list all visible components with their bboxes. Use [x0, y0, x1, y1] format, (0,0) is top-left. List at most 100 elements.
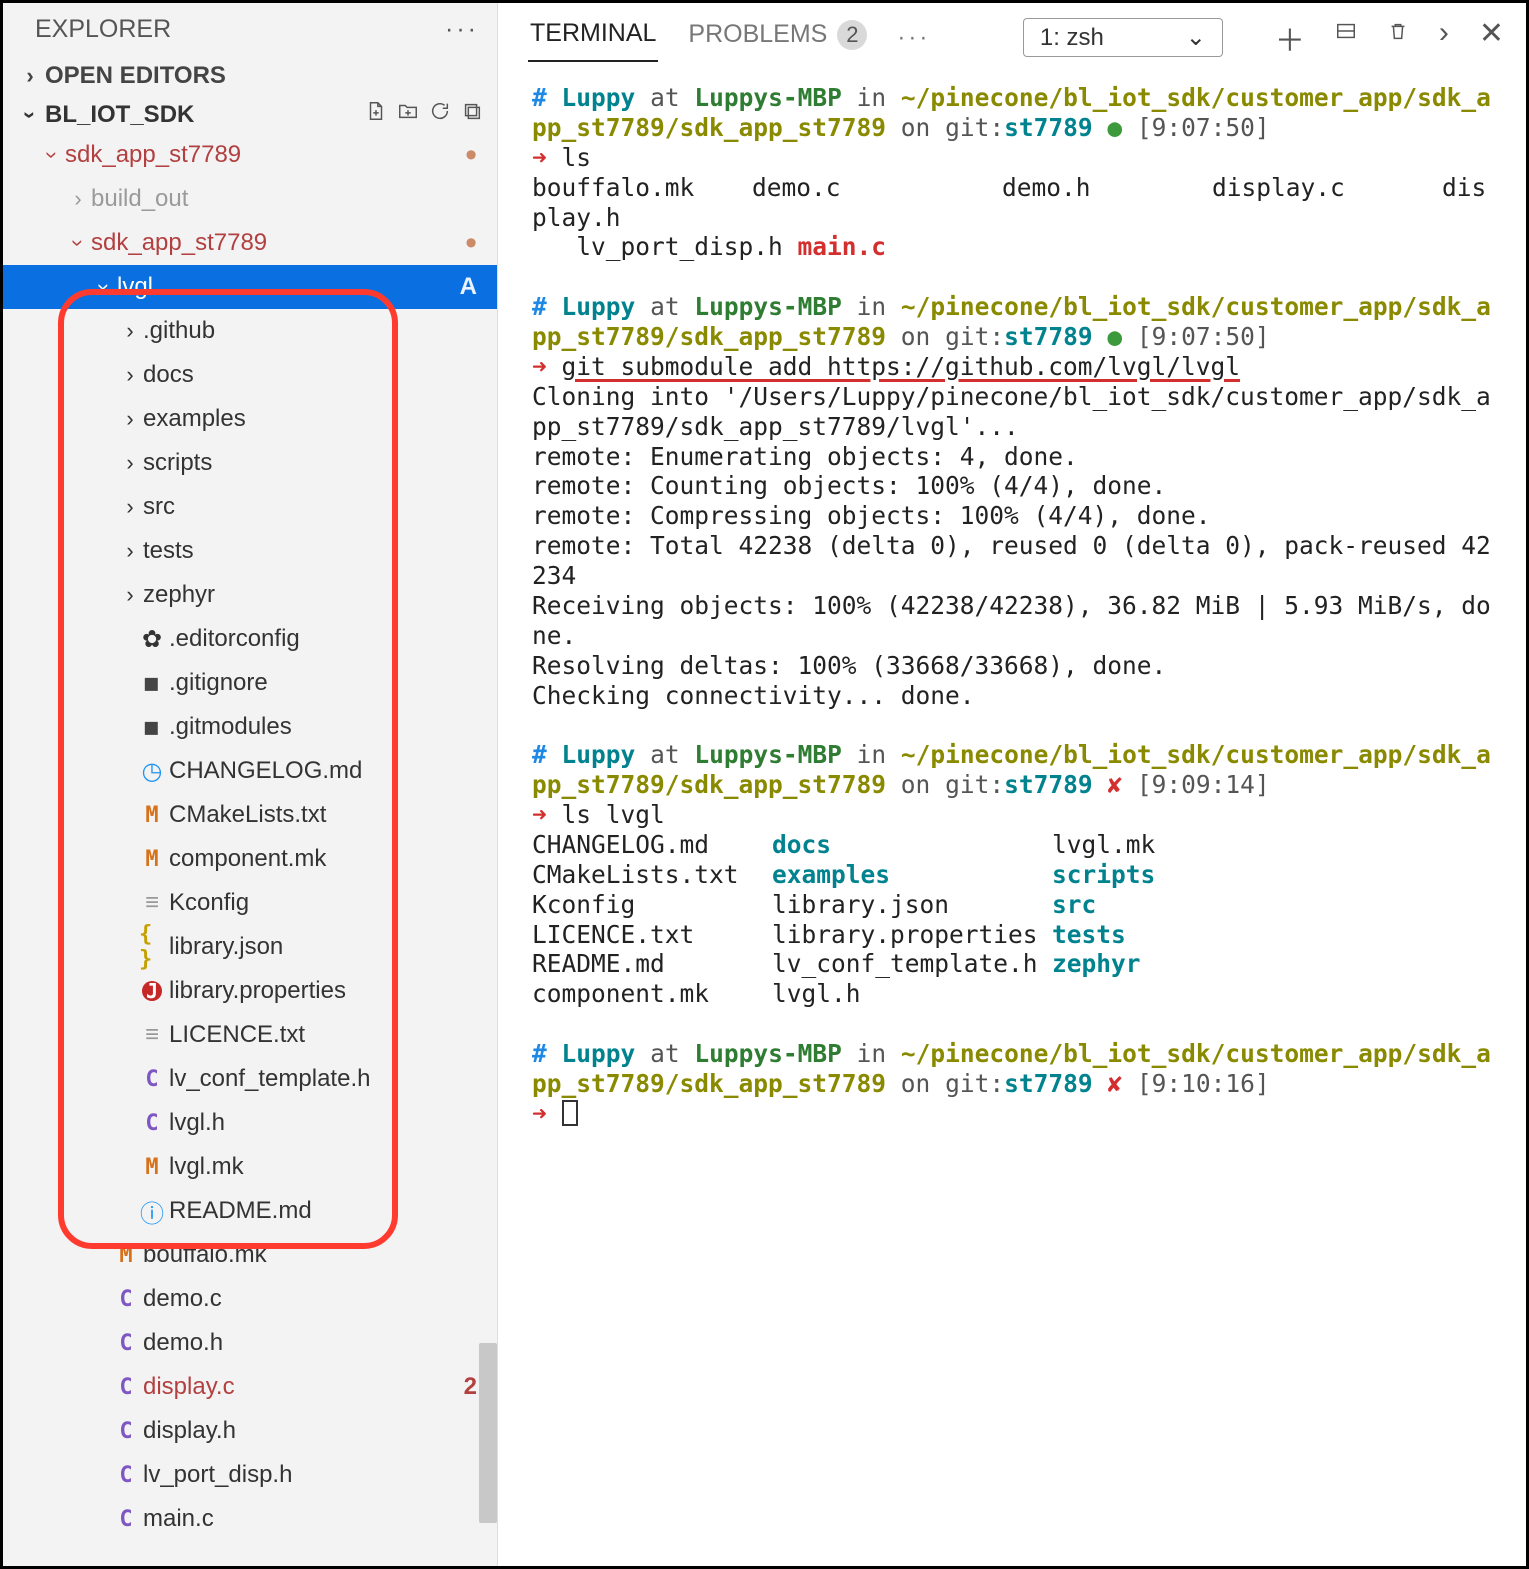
git-branch: st7789: [1004, 113, 1093, 142]
file-item-library-properties[interactable]: Jlibrary.properties: [3, 969, 497, 1013]
prompt-arrow: ➜: [532, 143, 547, 172]
tree-item-label: library.properties: [165, 977, 346, 1005]
tree-item-label: build_out: [87, 185, 188, 213]
cmd-ls-lvgl: ls lvgl: [562, 800, 665, 829]
changelog-icon: ◷: [139, 757, 165, 786]
tree-item-label: demo.c: [139, 1285, 222, 1313]
java-file-icon: J: [139, 981, 165, 1001]
maximize-panel-icon[interactable]: ›: [1439, 16, 1449, 60]
file-item-lv-port-disp-h[interactable]: Clv_port_disp.h: [3, 1453, 497, 1497]
file-item-main-c[interactable]: Cmain.c: [3, 1497, 497, 1541]
tree-item-label: tests: [139, 537, 194, 565]
collapse-all-icon[interactable]: [461, 100, 483, 129]
tab-problems[interactable]: PROBLEMS 2: [686, 14, 869, 62]
git-file-icon: ◆: [139, 669, 165, 698]
git-status-count: 2: [464, 1373, 477, 1401]
file-item--gitmodules[interactable]: ◆.gitmodules: [3, 705, 497, 749]
new-folder-icon[interactable]: [397, 100, 419, 129]
prompt-hash: #: [532, 83, 547, 112]
new-terminal-icon[interactable]: ＋: [1275, 16, 1305, 60]
file-item--gitignore[interactable]: ◆.gitignore: [3, 661, 497, 705]
tree-item-label: scripts: [139, 449, 212, 477]
folder-item-docs[interactable]: ›docs: [3, 353, 497, 397]
file-item-demo-h[interactable]: Cdemo.h: [3, 1321, 497, 1365]
file-item-display-h[interactable]: Cdisplay.h: [3, 1409, 497, 1453]
c-file-icon: C: [113, 1331, 139, 1356]
makefile-icon: M: [139, 803, 165, 828]
c-file-icon: C: [113, 1463, 139, 1488]
folder-item--github[interactable]: ›.github: [3, 309, 497, 353]
file-item-demo-c[interactable]: Cdemo.c: [3, 1277, 497, 1321]
file-item-component-mk[interactable]: Mcomponent.mk: [3, 837, 497, 881]
tree-item-label: lv_conf_template.h: [165, 1065, 370, 1093]
file-item-cmakelists-txt[interactable]: MCMakeLists.txt: [3, 793, 497, 837]
git-file-icon: ◆: [139, 713, 165, 742]
git-status-added: A: [460, 273, 477, 301]
info-file-icon: ⓘ: [139, 1194, 165, 1229]
tree-item-label: library.json: [165, 933, 283, 961]
folder-item-src[interactable]: ›src: [3, 485, 497, 529]
tree-item-label: lvgl.mk: [165, 1153, 244, 1181]
tree-item-label: zephyr: [139, 581, 215, 609]
tree-item-label: lv_port_disp.h: [139, 1461, 292, 1489]
tab-terminal-label: TERMINAL: [530, 19, 656, 48]
file-item-readme-md[interactable]: ⓘREADME.md: [3, 1189, 497, 1233]
file-item-lv-conf-template-h[interactable]: Clv_conf_template.h: [3, 1057, 497, 1101]
tree-item-label: sdk_app_st7789: [87, 229, 267, 257]
chevron-right-icon: ›: [121, 450, 139, 476]
tree-item-label: display.c: [139, 1373, 235, 1401]
file-item-library-json[interactable]: { }library.json: [3, 925, 497, 969]
folder-item-sdk-app-st7789[interactable]: ›sdk_app_st7789•: [3, 221, 497, 265]
refresh-icon[interactable]: [429, 100, 451, 129]
close-panel-icon[interactable]: ✕: [1479, 16, 1504, 60]
prompt-host: Luppys-MBP: [694, 83, 842, 112]
file-item-kconfig[interactable]: ≡Kconfig: [3, 881, 497, 925]
tab-problems-label: PROBLEMS: [688, 20, 827, 49]
file-item--editorconfig[interactable]: ✿.editorconfig: [3, 617, 497, 661]
c-file-icon: C: [139, 1111, 165, 1136]
tree-item-label: component.mk: [165, 845, 326, 873]
terminal-output[interactable]: # Luppy at Luppys-MBP in ~/pinecone/bl_i…: [498, 63, 1526, 1566]
tree-item-label: lvgl.h: [165, 1109, 225, 1137]
chevron-right-icon: ›: [121, 362, 139, 388]
panel-more-icon[interactable]: ···: [897, 24, 930, 52]
folder-item-examples[interactable]: ›examples: [3, 397, 497, 441]
chevron-right-icon: ›: [121, 538, 139, 564]
project-section-header[interactable]: › BL_IOT_SDK: [3, 96, 497, 133]
new-file-icon[interactable]: [365, 100, 387, 129]
file-item-licence-txt[interactable]: ≡LICENCE.txt: [3, 1013, 497, 1057]
makefile-icon: M: [139, 1155, 165, 1180]
explorer-more-icon[interactable]: ···: [445, 15, 479, 44]
folder-item-tests[interactable]: ›tests: [3, 529, 497, 573]
chevron-down-icon: ›: [17, 106, 43, 124]
prompt-user: Luppy: [562, 83, 636, 112]
open-editors-section[interactable]: › OPEN EDITORS: [3, 56, 497, 96]
file-item-changelog-md[interactable]: ◷CHANGELOG.md: [3, 749, 497, 793]
trash-icon[interactable]: [1387, 16, 1409, 60]
chevron-right-icon: ›: [69, 186, 87, 212]
tree-item-label: .gitignore: [165, 669, 268, 697]
sidebar-scrollbar[interactable]: [479, 1343, 497, 1523]
tab-terminal[interactable]: TERMINAL: [528, 13, 658, 62]
file-item-bouffalo-mk[interactable]: Mbouffalo.mk: [3, 1233, 497, 1277]
folder-item-sdk-app-st7789[interactable]: ›sdk_app_st7789•: [3, 133, 497, 177]
tree-item-label: .editorconfig: [165, 625, 300, 653]
file-item-lvgl-mk[interactable]: Mlvgl.mk: [3, 1145, 497, 1189]
problems-count-badge: 2: [837, 20, 867, 50]
folder-item-lvgl[interactable]: ›lvglA: [3, 265, 497, 309]
terminal-selector[interactable]: 1: zsh ⌄: [1023, 18, 1223, 57]
chevron-right-icon: ›: [121, 406, 139, 432]
gear-icon: ✿: [139, 625, 165, 654]
open-editors-label: OPEN EDITORS: [45, 62, 226, 90]
ls-lvgl-output: CHANGELOG.mddocslvgl.mk CMakeLists.txtex…: [532, 830, 1272, 1008]
folder-item-scripts[interactable]: ›scripts: [3, 441, 497, 485]
folder-item-zephyr[interactable]: ›zephyr: [3, 573, 497, 617]
tree-item-label: examples: [139, 405, 246, 433]
makefile-icon: M: [113, 1243, 139, 1268]
project-name: BL_IOT_SDK: [45, 101, 194, 129]
folder-item-build-out[interactable]: ›build_out: [3, 177, 497, 221]
split-terminal-icon[interactable]: [1335, 16, 1357, 60]
file-item-lvgl-h[interactable]: Clvgl.h: [3, 1101, 497, 1145]
file-item-display-c[interactable]: Cdisplay.c2: [3, 1365, 497, 1409]
panel-tabs: TERMINAL PROBLEMS 2 ··· 1: zsh ⌄ ＋ › ✕: [498, 3, 1526, 63]
